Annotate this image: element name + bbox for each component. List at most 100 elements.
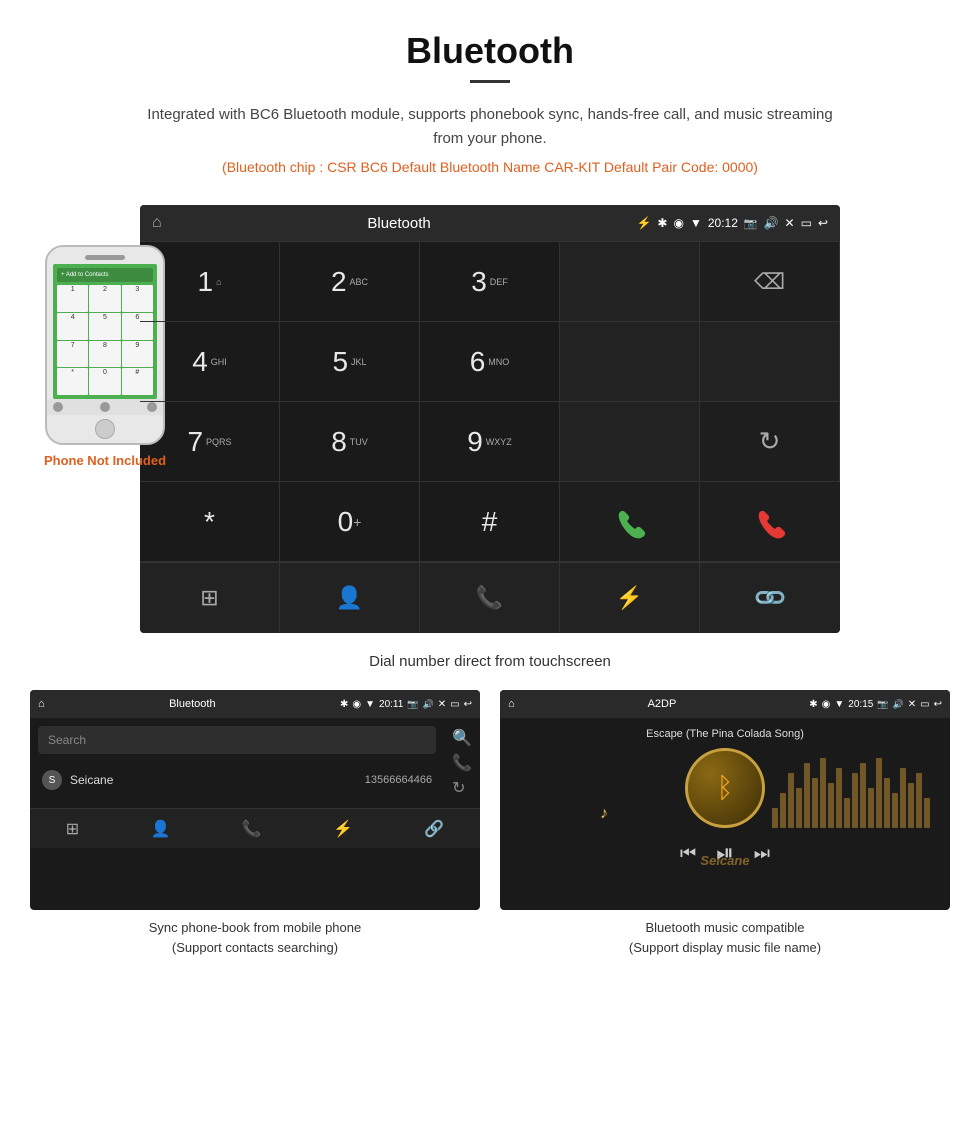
pb-contacts-icon[interactable]: 👤 xyxy=(150,819,170,839)
apps-button[interactable]: ⊞ xyxy=(140,563,280,633)
backspace-button[interactable]: ⌫ xyxy=(700,242,840,322)
contacts-button[interactable]: 👤 xyxy=(280,563,420,633)
status-right: ⚡ ✱ ◉ ▼ 20:12 📷 🔊 ✕ ▭ ↩ xyxy=(636,216,828,230)
dial-key-hash[interactable]: # xyxy=(420,482,560,562)
calls-button[interactable]: 📞 xyxy=(420,563,560,633)
skip-prev-icon[interactable]: ⏮ xyxy=(680,843,696,864)
dial-screen: ⌂ Bluetooth ⚡ ✱ ◉ ▼ 20:12 📷 🔊 ✕ ▭ ↩ 1 ⌂ xyxy=(140,205,840,633)
eq-bar xyxy=(884,778,890,828)
bottom-panels: ⌂ Bluetooth ✱ ◉ ▼ 20:11 📷 🔊 ✕ ▭ ↩ xyxy=(0,690,980,987)
phonebook-panel: ⌂ Bluetooth ✱ ◉ ▼ 20:11 📷 🔊 ✕ ▭ ↩ xyxy=(30,690,480,957)
pb-link-icon[interactable]: 🔗 xyxy=(424,819,444,839)
phone-icon: 📞 xyxy=(476,585,503,611)
dial-empty-2 xyxy=(560,322,700,402)
eq-bar xyxy=(852,773,858,828)
main-caption: Dial number direct from touchscreen xyxy=(0,643,980,690)
refresh-button[interactable]: ↻ xyxy=(700,402,840,482)
eq-bar xyxy=(828,783,834,828)
key-sub: DEF xyxy=(490,277,508,287)
phone-mini-key: 1 xyxy=(57,285,88,312)
page-header: Bluetooth Integrated with BC6 Bluetooth … xyxy=(0,0,980,205)
bluetooth-button[interactable]: ⚡ xyxy=(560,563,700,633)
seicane-watermark: Seicane xyxy=(700,853,749,868)
key-number: 0 xyxy=(338,508,354,536)
dial-key-star[interactable]: * xyxy=(140,482,280,562)
contact-entry[interactable]: S Seicane 13566664466 xyxy=(30,762,444,798)
back-icon[interactable]: ↩ xyxy=(818,216,828,230)
dial-key-2[interactable]: 2 ABC xyxy=(280,242,420,322)
pb-location-icon: ◉ xyxy=(352,699,361,710)
close-icon[interactable]: ✕ xyxy=(785,216,795,230)
pb-bt-icon: ✱ xyxy=(340,699,348,710)
camera-icon: 📷 xyxy=(744,217,758,230)
call-side-icon[interactable]: 📞 xyxy=(452,753,472,773)
eq-bar xyxy=(804,763,810,828)
mu-vol: 🔊 xyxy=(893,699,904,710)
pb-apps-icon[interactable]: ⊞ xyxy=(66,819,79,839)
music-panel: ⌂ A2DP ✱ ◉ ▼ 20:15 📷 🔊 ✕ ▭ ↩ Escape (The… xyxy=(500,690,950,957)
pb-bt-bottom-icon[interactable]: ⚡ xyxy=(333,819,353,839)
pb-vol: 🔊 xyxy=(423,699,434,710)
mu-back[interactable]: ↩ xyxy=(934,699,942,710)
phonebook-caption: Sync phone-book from mobile phone(Suppor… xyxy=(149,918,361,957)
call-button[interactable] xyxy=(560,482,700,562)
dial-key-4[interactable]: 4 GHI xyxy=(140,322,280,402)
person-icon: 👤 xyxy=(336,585,363,611)
key-number: # xyxy=(482,508,498,536)
music-note-icon: ♪ xyxy=(600,805,608,823)
dial-empty-3 xyxy=(700,322,840,402)
backspace-icon: ⌫ xyxy=(754,269,785,295)
music-caption: Bluetooth music compatible(Support displ… xyxy=(629,918,821,957)
album-art: ᛒ xyxy=(685,748,765,828)
pb-close[interactable]: ✕ xyxy=(438,699,446,710)
volume-icon: 🔊 xyxy=(764,216,779,230)
phone-speaker xyxy=(85,255,125,260)
phonebook-bottom-bar: ⊞ 👤 📞 ⚡ 🔗 xyxy=(30,808,480,848)
key-sub: TUV xyxy=(350,437,368,447)
page-title: Bluetooth xyxy=(20,30,960,72)
mu-cam: 📷 xyxy=(877,699,888,710)
pb-status-right: ✱ ◉ ▼ 20:11 📷 🔊 ✕ ▭ ↩ xyxy=(340,699,472,710)
mu-time: 20:15 xyxy=(848,699,873,710)
key-number: 2 xyxy=(331,268,347,296)
phone-home-button xyxy=(95,419,115,439)
song-title: Escape (The Pina Colada Song) xyxy=(646,728,804,740)
phonebook-side-actions: 🔍 📞 ↻ xyxy=(444,718,480,808)
pb-wifi-icon: ▼ xyxy=(365,699,375,710)
refresh-side-icon[interactable]: ↻ xyxy=(452,778,472,798)
eq-bar xyxy=(900,768,906,828)
eq-bar xyxy=(780,793,786,828)
usb-icon: ⚡ xyxy=(636,216,651,230)
phone-mini-key: * xyxy=(57,368,88,395)
pb-time: 20:11 xyxy=(379,699,403,710)
music-status-bar: ⌂ A2DP ✱ ◉ ▼ 20:15 📷 🔊 ✕ ▭ ↩ xyxy=(500,690,950,718)
mu-home-icon: ⌂ xyxy=(508,698,515,710)
phone-mini-key: 8 xyxy=(89,341,120,368)
key-number: 9 xyxy=(467,428,483,456)
dial-key-8[interactable]: 8 TUV xyxy=(280,402,420,482)
key-sub: MNO xyxy=(488,357,509,367)
dial-key-3[interactable]: 3 DEF xyxy=(420,242,560,322)
dial-key-1[interactable]: 1 ⌂ xyxy=(140,242,280,322)
dial-key-5[interactable]: 5 JKL xyxy=(280,322,420,402)
dial-keypad: 1 ⌂ 2 ABC 3 DEF ⌫ 4 GHI 5 JKL xyxy=(140,241,840,562)
mu-close[interactable]: ✕ xyxy=(908,699,916,710)
search-side-icon[interactable]: 🔍 xyxy=(452,728,472,748)
pb-back[interactable]: ↩ xyxy=(464,699,472,710)
phonebook-search-bar[interactable]: Search xyxy=(38,726,436,754)
dial-key-7[interactable]: 7 PQRS xyxy=(140,402,280,482)
link-button[interactable]: 🔗 xyxy=(700,563,840,633)
phone-mini-key: 7 xyxy=(57,341,88,368)
pb-phone-icon[interactable]: 📞 xyxy=(242,819,262,839)
dial-empty-4 xyxy=(560,402,700,482)
dial-key-6[interactable]: 6 MNO xyxy=(420,322,560,402)
skip-next-icon[interactable]: ⏭ xyxy=(754,843,770,864)
key-number: 5 xyxy=(332,348,348,376)
end-call-button[interactable] xyxy=(700,482,840,562)
eq-bar xyxy=(924,798,930,828)
dial-key-9[interactable]: 9 WXYZ xyxy=(420,402,560,482)
key-number: 7 xyxy=(187,428,203,456)
window-icon: ▭ xyxy=(801,216,812,230)
pb-cam: 📷 xyxy=(407,699,418,710)
dial-key-0[interactable]: 0 + xyxy=(280,482,420,562)
